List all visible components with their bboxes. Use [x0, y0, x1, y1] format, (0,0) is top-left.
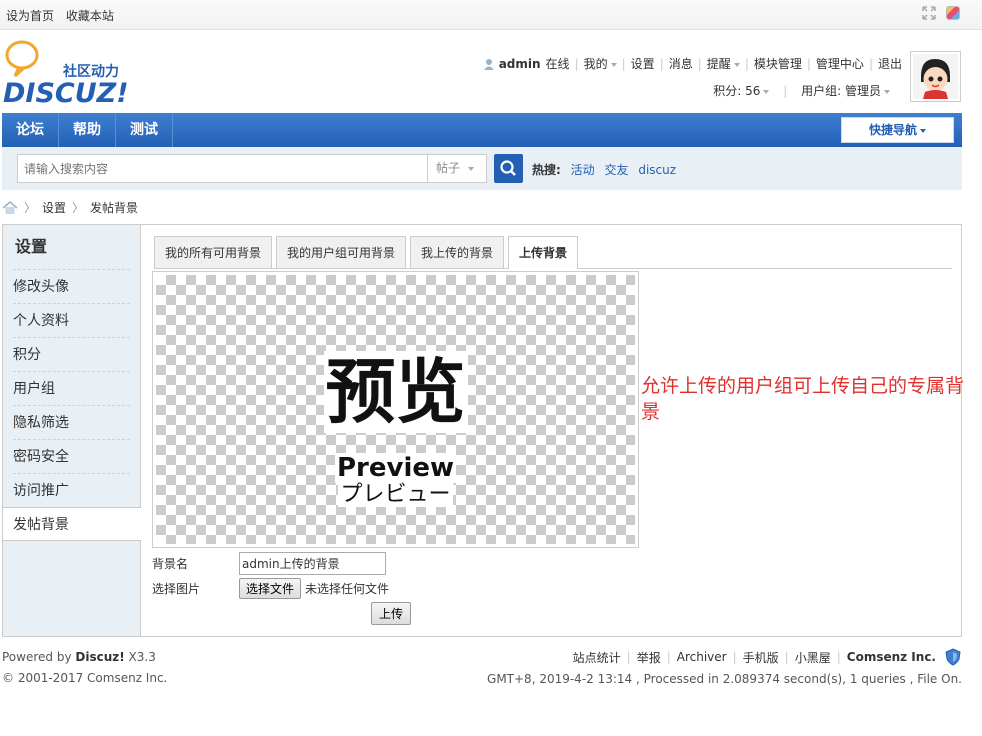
file-row: 选择图片 选择文件 未选择任何文件 — [152, 578, 389, 599]
search-bar: 帖子 热搜: 活动 交友 discuz — [2, 147, 962, 190]
set-home-link[interactable]: 设为首页 — [6, 9, 54, 23]
background-preview: 预览 Preview プレビュー — [152, 271, 639, 548]
sidebar-item-profile[interactable]: 个人资料 — [13, 303, 130, 337]
tab-all-backgrounds[interactable]: 我的所有可用背景 — [154, 236, 273, 268]
nav-forum[interactable]: 论坛 — [2, 113, 59, 147]
menu-admin-center[interactable]: 管理中心 — [816, 55, 864, 72]
footer-link-mobile[interactable]: 手机版 — [743, 649, 779, 666]
breadcrumb-current: 发帖背景 — [90, 201, 139, 215]
color-theme-icon[interactable] — [946, 6, 960, 20]
user-bar: admin 在线 | 我的 | 设置 | 消息 | 提醒 | 模块管理 | 管理… — [483, 55, 902, 72]
preview-title-jp: プレビュー — [338, 482, 453, 507]
annotation-note: 允许上传的用户组可上传自己的专属背景 — [641, 375, 965, 423]
chevron-down-icon — [733, 62, 740, 67]
copyright: © 2001-2017 Comsenz Inc. — [2, 671, 168, 685]
top-links: 设为首页 收藏本站 — [6, 7, 122, 24]
logo-brand: DISCUZ! — [3, 78, 129, 106]
avatar[interactable] — [910, 51, 961, 102]
avatar-image — [913, 54, 958, 99]
sidebar-item-promotion[interactable]: 访问推广 — [13, 473, 130, 507]
chevron-down-icon — [763, 89, 770, 94]
menu-my[interactable]: 我的 — [584, 55, 617, 72]
breadcrumb-settings[interactable]: 设置 — [42, 199, 66, 216]
hot-item[interactable]: 交友 — [604, 163, 628, 177]
quick-nav-button[interactable]: 快捷导航 — [841, 117, 954, 143]
logo-graphic: 社区动力 DISCUZ! — [3, 40, 129, 109]
search-button[interactable] — [494, 154, 523, 183]
choose-file-button[interactable]: 选择文件 — [239, 578, 302, 599]
hot-label: 热搜: — [532, 163, 561, 177]
usergroup-menu[interactable]: 用户组: 管理员 — [801, 84, 890, 98]
sidebar-item-usergroup[interactable]: 用户组 — [13, 371, 130, 405]
site-logo[interactable]: 社区动力 DISCUZ! — [3, 40, 143, 109]
name-row: 背景名 — [152, 552, 386, 575]
online-status[interactable]: 在线 — [546, 55, 570, 72]
upload-button[interactable]: 上传 — [371, 602, 411, 625]
tab-upload-background[interactable]: 上传背景 — [508, 236, 579, 269]
search-icon — [500, 160, 516, 176]
menu-settings[interactable]: 设置 — [631, 55, 655, 72]
tab-group-backgrounds[interactable]: 我的用户组可用背景 — [276, 236, 407, 268]
home-icon[interactable] — [2, 200, 18, 215]
nav-help[interactable]: 帮助 — [59, 113, 116, 147]
hot-item[interactable]: discuz — [638, 163, 676, 177]
user-stats: 积分: 56 | 用户组: 管理员 — [713, 82, 890, 99]
tab-my-uploads[interactable]: 我上传的背景 — [410, 236, 505, 268]
menu-reminders[interactable]: 提醒 — [707, 55, 740, 72]
expand-icon[interactable] — [922, 6, 936, 20]
footer-link-report[interactable]: 举报 — [637, 649, 661, 666]
chevron-down-icon — [920, 128, 926, 133]
shield-icon[interactable] — [944, 648, 962, 666]
top-bar: 设为首页 收藏本站 — [0, 0, 982, 30]
file-label: 选择图片 — [152, 582, 201, 596]
menu-module-admin[interactable]: 模块管理 — [754, 55, 802, 72]
name-label: 背景名 — [152, 557, 189, 571]
powered-by: Powered by Discuz! X3.3 — [2, 650, 156, 664]
breadcrumb: 〉 设置 〉 发帖背景 — [2, 199, 138, 216]
chevron-down-icon — [468, 166, 475, 171]
preview-title-cn: 预览 — [323, 351, 468, 433]
footer-link-blacklist[interactable]: 小黑屋 — [795, 649, 831, 666]
hot-item[interactable]: 活动 — [571, 163, 595, 177]
sidebar-title: 设置 — [15, 237, 48, 256]
nav-test[interactable]: 测试 — [116, 113, 173, 147]
username-link[interactable]: admin — [499, 57, 541, 71]
sidebar-item-avatar[interactable]: 修改头像 — [13, 269, 130, 303]
menu-logout[interactable]: 退出 — [878, 55, 902, 72]
points-menu[interactable]: 积分: 56 — [713, 84, 770, 98]
settings-sidebar: 设置 修改头像 个人资料 积分 用户组 隐私筛选 密码安全 访问推广 发帖背景 — [3, 225, 141, 636]
hot-searches: 热搜: 活动 交友 discuz — [532, 161, 682, 178]
footer-company-link[interactable]: Comsenz Inc. — [847, 650, 936, 664]
preview-canvas: 预览 Preview プレビュー — [156, 275, 635, 544]
background-name-input[interactable] — [239, 552, 386, 575]
sidebar-item-post-background[interactable]: 发帖背景 — [3, 507, 141, 541]
menu-messages[interactable]: 消息 — [669, 55, 693, 72]
sidebar-item-privacy[interactable]: 隐私筛选 — [13, 405, 130, 439]
user-icon — [483, 58, 494, 70]
search-input[interactable] — [17, 154, 427, 183]
main-nav: 论坛 帮助 测试 快捷导航 — [2, 113, 962, 147]
chevron-down-icon — [610, 62, 617, 67]
footer-link-archiver[interactable]: Archiver — [677, 650, 727, 664]
footer-link-stats[interactable]: 站点统计 — [573, 649, 621, 666]
search-type-select[interactable]: 帖子 — [427, 154, 487, 183]
bookmark-link[interactable]: 收藏本站 — [66, 9, 114, 23]
tab-bar: 我的所有可用背景 我的用户组可用背景 我上传的背景 上传背景 — [154, 236, 952, 269]
top-right-tools — [922, 6, 960, 20]
processing-info: GMT+8, 2019-4-2 13:14 , Processed in 2.0… — [487, 672, 962, 686]
preview-title-en: Preview — [334, 453, 457, 483]
file-status: 未选择任何文件 — [305, 582, 390, 596]
chevron-down-icon — [884, 89, 890, 94]
sidebar-item-password[interactable]: 密码安全 — [13, 439, 130, 473]
footer-links: 站点统计 | 举报 | Archiver | 手机版 | 小黑屋 | Comsenz In… — [573, 648, 962, 666]
sidebar-item-credits[interactable]: 积分 — [13, 337, 130, 371]
discuz-link[interactable]: Discuz! — [75, 650, 124, 664]
